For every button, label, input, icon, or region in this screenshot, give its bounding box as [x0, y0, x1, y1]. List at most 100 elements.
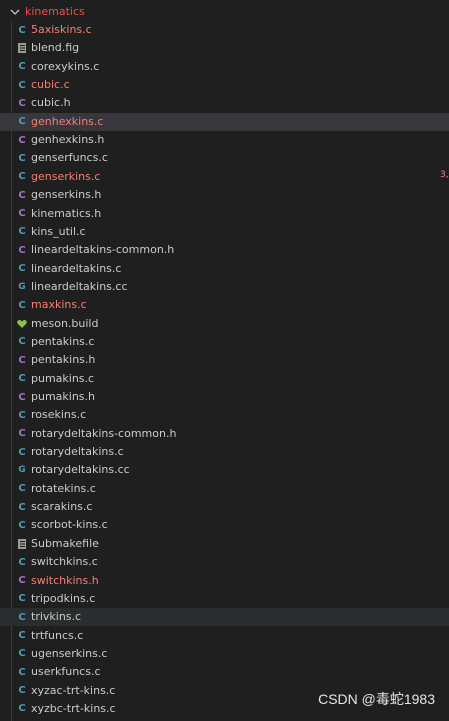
- file-name-label: xyzbc-trt-kins.c: [31, 701, 116, 715]
- file-explorer: kinematics C 5axiskins.c blend.fig Ccorexyk…: [0, 0, 449, 721]
- header-file-icon: C: [18, 428, 26, 440]
- file-row[interactable]: C 5axiskins.c: [0, 21, 449, 39]
- file-row[interactable]: Cgenhexkins.h: [0, 131, 449, 149]
- file-row[interactable]: Ccorexykins.c: [0, 58, 449, 76]
- file-row[interactable]: Cscarakins.c: [0, 498, 449, 516]
- file-row[interactable]: Ccubic.h: [0, 94, 449, 112]
- file-name-label: genserkins.c: [31, 169, 101, 183]
- file-row[interactable]: Clineardeltakins.c: [0, 260, 449, 278]
- file-row[interactable]: Cpentakins.c: [0, 333, 449, 351]
- file-name-label: switchkins.c: [31, 555, 98, 569]
- file-name-label: maxkins.c: [31, 298, 87, 312]
- file-row[interactable]: Crotarydeltakins.c: [0, 443, 449, 461]
- text-file-icon: [17, 41, 27, 55]
- file-row[interactable]: Cpumakins.c: [0, 370, 449, 388]
- file-name-label: lineardeltakins.cc: [31, 279, 128, 293]
- file-row[interactable]: Glineardeltakins.cc: [0, 278, 449, 296]
- c-file-icon: C: [18, 409, 26, 421]
- folder-row-kinematics[interactable]: kinematics: [0, 3, 449, 21]
- file-row[interactable]: Ckins_util.c: [0, 223, 449, 241]
- file-row[interactable]: Ctrivkins.c: [0, 608, 449, 627]
- c-file-icon: C: [18, 226, 26, 238]
- header-file-icon: C: [18, 208, 26, 219]
- c-file-icon: C: [18, 501, 26, 513]
- file-row[interactable]: meson.build: [0, 315, 449, 333]
- file-row[interactable]: Cugenserkins.c: [0, 645, 449, 663]
- c-file-icon: C: [18, 703, 26, 715]
- c-file-icon: C: [18, 483, 26, 495]
- c-file-icon: C: [18, 519, 26, 531]
- c-file-icon: C: [18, 593, 26, 605]
- file-row[interactable]: Cscorbot-kins.c: [0, 516, 449, 534]
- file-name-label: rotarydeltakins.c: [31, 445, 124, 459]
- c-file-icon: C: [18, 373, 26, 385]
- cpp-file-icon: G: [18, 465, 26, 476]
- c-file-icon: C: [18, 556, 26, 568]
- c-file-icon: C: [18, 446, 26, 458]
- file-row[interactable]: Cgenserfuncs.c: [0, 149, 449, 167]
- file-name-label: rotatekins.c: [31, 481, 96, 495]
- watermark: CSDN @毒蛇1983: [318, 691, 435, 707]
- file-name-label: kins_util.c: [31, 224, 86, 238]
- file-name-label: ugenserkins.c: [31, 646, 108, 660]
- c-file-icon: C: [18, 116, 26, 128]
- heart-icon: [17, 317, 27, 331]
- file-name-label: userkfuncs.c: [31, 665, 101, 679]
- file-row[interactable]: Clineardeltakins-common.h: [0, 241, 449, 259]
- file-name-label: pentakins.h: [31, 353, 96, 367]
- file-name-label: scarakins.c: [31, 500, 93, 514]
- file-name-label: pumakins.c: [31, 371, 95, 385]
- file-row[interactable]: Cuserkfuncs.c: [0, 663, 449, 681]
- header-file-icon: C: [18, 391, 26, 403]
- file-name-label: trtfuncs.c: [31, 628, 84, 642]
- file-name-label: cubic.c: [31, 78, 70, 92]
- chevron-down-icon[interactable]: [9, 6, 21, 18]
- file-row[interactable]: Ctrtfuncs.c: [0, 627, 449, 645]
- c-file-icon: C: [18, 263, 26, 275]
- file-name-label: meson.build: [31, 316, 99, 330]
- file-row[interactable]: Cgenserkins.h: [0, 186, 449, 204]
- file-row[interactable]: Ckinematics.h: [0, 205, 449, 223]
- folder-label: kinematics: [25, 5, 85, 18]
- c-file-icon: C: [18, 152, 26, 164]
- file-name-label: xyzac-trt-kins.c: [31, 683, 116, 697]
- file-name-label: kinematics.h: [31, 206, 102, 220]
- c-file-icon: C: [18, 171, 26, 183]
- header-file-icon: C: [18, 575, 26, 586]
- header-file-icon: C: [18, 244, 26, 256]
- c-file-icon: C: [18, 648, 26, 660]
- file-name-label: 5axiskins.c: [31, 23, 92, 36]
- file-name-label: rotarydeltakins.cc: [31, 463, 130, 477]
- file-row[interactable]: Ccubic.c: [0, 76, 449, 94]
- file-row[interactable]: Crotatekins.c: [0, 480, 449, 498]
- c-file-icon: C: [18, 24, 26, 36]
- file-name-label: lineardeltakins-common.h: [31, 243, 175, 257]
- file-name-label: genserkins.h: [31, 188, 102, 202]
- file-name-label: lineardeltakins.c: [31, 261, 122, 275]
- file-name-label: genserfuncs.c: [31, 151, 108, 165]
- c-file-icon: C: [18, 79, 26, 91]
- problem-count-badge: 3,: [440, 169, 449, 180]
- file-row[interactable]: Cmaxkins.c: [0, 296, 449, 314]
- file-row[interactable]: Crotarydeltakins-common.h: [0, 425, 449, 443]
- file-row[interactable]: Cpumakins.h: [0, 388, 449, 406]
- file-row[interactable]: Grotarydeltakins.cc: [0, 461, 449, 479]
- file-row[interactable]: Cpentakins.h: [0, 351, 449, 369]
- file-name-label: scorbot-kins.c: [31, 518, 108, 532]
- header-file-icon: C: [18, 354, 26, 366]
- file-row[interactable]: Cgenhexkins.c: [0, 112, 449, 131]
- file-row[interactable]: Crosekins.c: [0, 406, 449, 424]
- file-row[interactable]: Cswitchkins.c: [0, 553, 449, 571]
- file-name-label: pumakins.h: [31, 390, 96, 403]
- file-name-label: trivkins.c: [31, 610, 82, 624]
- file-row[interactable]: blend.fig: [0, 39, 449, 57]
- file-row[interactable]: Cgenserkins.c 3,: [0, 168, 449, 186]
- file-name-label: rotarydeltakins-common.h: [31, 426, 177, 440]
- header-file-icon: C: [18, 97, 26, 109]
- file-row[interactable]: Submakefile: [0, 535, 449, 553]
- file-name-label: Submakefile: [31, 536, 99, 550]
- file-name-label: corexykins.c: [31, 59, 100, 73]
- c-file-icon: C: [18, 666, 26, 678]
- file-row[interactable]: Cswitchkins.h: [0, 572, 449, 590]
- file-row[interactable]: Ctripodkins.c: [0, 590, 449, 608]
